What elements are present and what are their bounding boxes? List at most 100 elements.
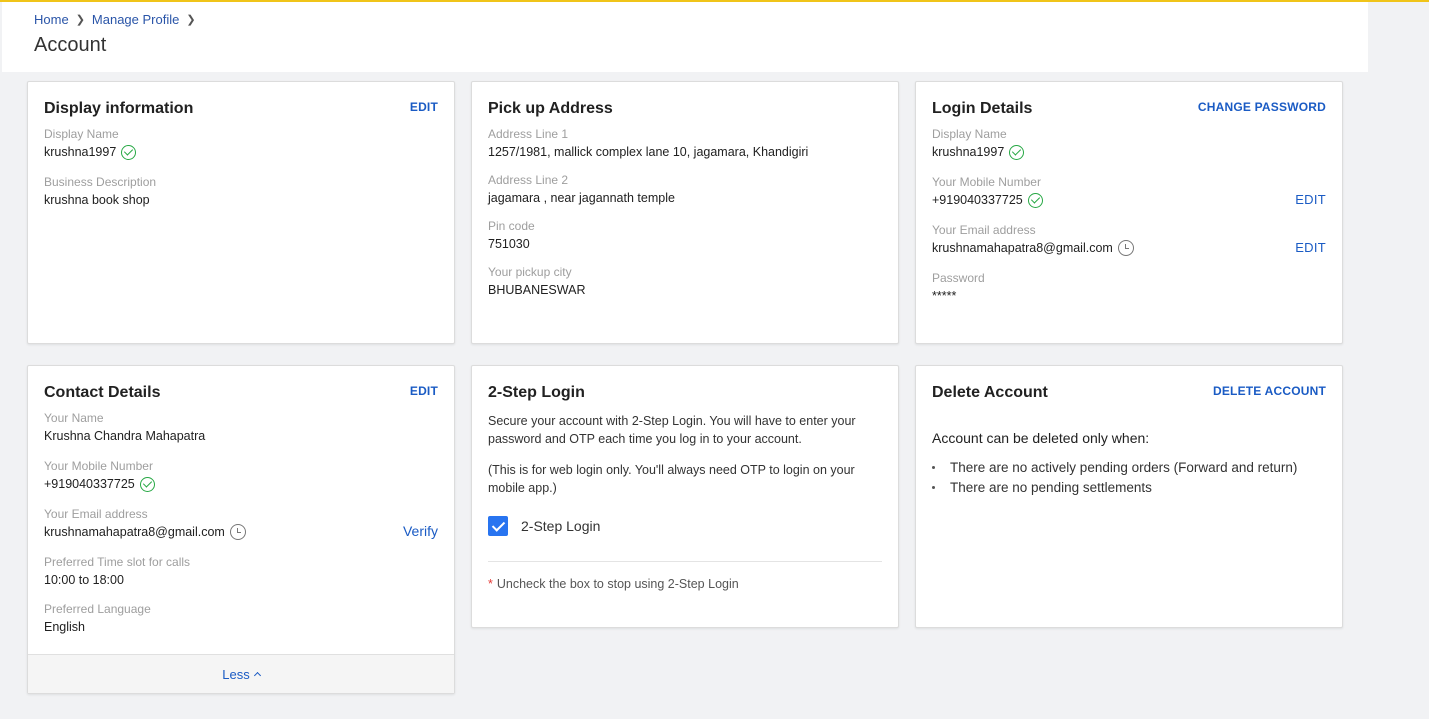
- breadcrumb: Home ❯ Manage Profile ❯: [34, 12, 203, 27]
- field-value: 751030: [488, 237, 530, 251]
- field-label: Password: [932, 271, 985, 285]
- field-value: krushna book shop: [44, 193, 150, 207]
- field-label: Your pickup city: [488, 265, 572, 279]
- login-mobile-field: Your Mobile Number +919040337725: [932, 174, 1043, 210]
- field-label: Preferred Time slot for calls: [44, 555, 191, 569]
- checkbox-label: 2-Step Login: [521, 518, 601, 534]
- two-step-checkbox[interactable]: [488, 516, 508, 536]
- field-label: Preferred Language: [44, 602, 151, 616]
- edit-mobile-button[interactable]: EDIT: [1295, 192, 1326, 207]
- mobile-value: +919040337725: [44, 477, 135, 491]
- field-value: Krushna Chandra Mahapatra: [44, 429, 206, 443]
- field-value: krushnamahapatra8@gmail.com: [932, 238, 1134, 258]
- field-value: 1257/1981, mallick complex lane 10, jaga…: [488, 145, 809, 159]
- field-label: Your Email address: [932, 223, 1036, 237]
- chevron-right-icon: ❯: [186, 14, 196, 26]
- pincode-field: Pin code 751030: [488, 218, 535, 254]
- login-display-name-field: Display Name krushna1997: [932, 126, 1025, 162]
- field-value: +919040337725: [44, 474, 155, 494]
- field-value: 10:00 to 18:00: [44, 573, 124, 587]
- pickup-address-card: Pick up Address Address Line 1 1257/1981…: [471, 81, 899, 344]
- card-title: Pick up Address: [488, 100, 613, 117]
- breadcrumb-home[interactable]: Home: [34, 12, 69, 27]
- required-star: *: [488, 577, 493, 591]
- less-label: Less: [222, 666, 250, 682]
- email-value: krushnamahapatra8@gmail.com: [44, 525, 225, 539]
- field-label: Address Line 1: [488, 127, 569, 141]
- contact-mobile-field: Your Mobile Number +919040337725: [44, 458, 155, 494]
- chevron-right-icon: ❯: [75, 14, 85, 26]
- bullet-icon: [932, 466, 935, 470]
- password-field: Password *****: [932, 270, 985, 306]
- contact-details-card: Contact Details EDIT Your Name Krushna C…: [27, 365, 455, 694]
- contact-email-field: Your Email address krushnamahapatra8@gma…: [44, 506, 246, 542]
- field-label: Your Name: [44, 411, 104, 425]
- address-line2-field: Address Line 2 jagamara , near jagannath…: [488, 172, 675, 208]
- display-name-value: krushna1997: [44, 145, 117, 159]
- field-value: krushna1997: [932, 142, 1025, 162]
- verify-email-button[interactable]: Verify: [403, 523, 438, 539]
- display-name-field: Display Name krushna1997: [44, 126, 137, 162]
- field-value: BHUBANESWAR: [488, 283, 586, 297]
- business-description-field: Business Description krushna book shop: [44, 174, 156, 210]
- two-step-checkbox-row[interactable]: 2-Step Login: [488, 516, 600, 536]
- field-value: English: [44, 620, 85, 634]
- card-title: 2-Step Login: [488, 384, 585, 401]
- edit-email-button[interactable]: EDIT: [1295, 240, 1326, 255]
- field-value: *****: [932, 289, 957, 303]
- edit-display-info-button[interactable]: EDIT: [410, 100, 438, 114]
- delete-conditions-heading: Account can be deleted only when:: [932, 430, 1150, 446]
- condition-text: There are no actively pending orders (Fo…: [950, 460, 1298, 475]
- card-title: Delete Account: [932, 384, 1048, 401]
- field-label: Display Name: [44, 127, 119, 141]
- uncheck-note: * Uncheck the box to stop using 2-Step Lo…: [488, 577, 739, 591]
- card-title: Contact Details: [44, 384, 161, 401]
- field-label: Your Email address: [44, 507, 148, 521]
- chevron-up-icon: [253, 671, 261, 680]
- field-label: Address Line 2: [488, 173, 569, 187]
- two-step-login-card: 2-Step Login Secure your account with 2-…: [471, 365, 899, 628]
- display-name-value: krushna1997: [932, 145, 1005, 159]
- two-step-description: Secure your account with 2-Step Login. Y…: [488, 414, 856, 446]
- check-circle-icon: [1027, 192, 1043, 208]
- condition-text: There are no pending settlements: [950, 479, 1152, 495]
- divider: [488, 561, 882, 562]
- clock-icon: [229, 524, 246, 540]
- page-header: Home ❯ Manage Profile ❯ Account: [2, 2, 1368, 72]
- note-text: Uncheck the box to stop using 2-Step Log…: [496, 577, 739, 591]
- list-item: There are no actively pending orders (Fo…: [932, 458, 1297, 478]
- field-value: jagamara , near jagannath temple: [488, 191, 675, 205]
- field-value: +919040337725: [932, 190, 1043, 210]
- field-label: Pin code: [488, 219, 535, 233]
- field-value: krushnamahapatra8@gmail.com: [44, 522, 246, 542]
- pickup-city-field: Your pickup city BHUBANESWAR: [488, 264, 585, 300]
- timeslot-field: Preferred Time slot for calls 10:00 to 1…: [44, 554, 190, 590]
- breadcrumb-manage-profile[interactable]: Manage Profile: [92, 12, 179, 27]
- two-step-web-note: (This is for web login only. You'll alwa…: [488, 463, 855, 495]
- card-title: Display information: [44, 100, 194, 117]
- check-circle-icon: [139, 476, 155, 492]
- card-title: Login Details: [932, 100, 1033, 117]
- address-line1-field: Address Line 1 1257/1981, mallick comple…: [488, 126, 808, 162]
- email-value: krushnamahapatra8@gmail.com: [932, 241, 1113, 255]
- page-title: Account: [34, 34, 107, 56]
- field-label: Your Mobile Number: [44, 459, 153, 473]
- check-circle-icon: [1009, 144, 1025, 160]
- field-label: Your Mobile Number: [932, 175, 1041, 189]
- clock-icon: [1117, 240, 1134, 256]
- name-field: Your Name Krushna Chandra Mahapatra: [44, 410, 205, 446]
- change-password-button[interactable]: CHANGE PASSWORD: [1198, 100, 1326, 114]
- field-value: krushna1997: [44, 142, 137, 162]
- field-label: Business Description: [44, 175, 157, 189]
- bullet-icon: [932, 485, 935, 489]
- less-toggle-button[interactable]: Less: [28, 654, 454, 693]
- language-field: Preferred Language English: [44, 601, 151, 637]
- field-label: Display Name: [932, 127, 1007, 141]
- delete-conditions-list: There are no actively pending orders (Fo…: [932, 458, 1297, 497]
- delete-account-button[interactable]: DELETE ACCOUNT: [1213, 384, 1326, 398]
- login-details-card: Login Details CHANGE PASSWORD Display Na…: [915, 81, 1343, 344]
- mobile-value: +919040337725: [932, 193, 1023, 207]
- edit-contact-button[interactable]: EDIT: [410, 384, 438, 398]
- check-circle-icon: [121, 144, 137, 160]
- delete-account-card: Delete Account DELETE ACCOUNT Account ca…: [915, 365, 1343, 628]
